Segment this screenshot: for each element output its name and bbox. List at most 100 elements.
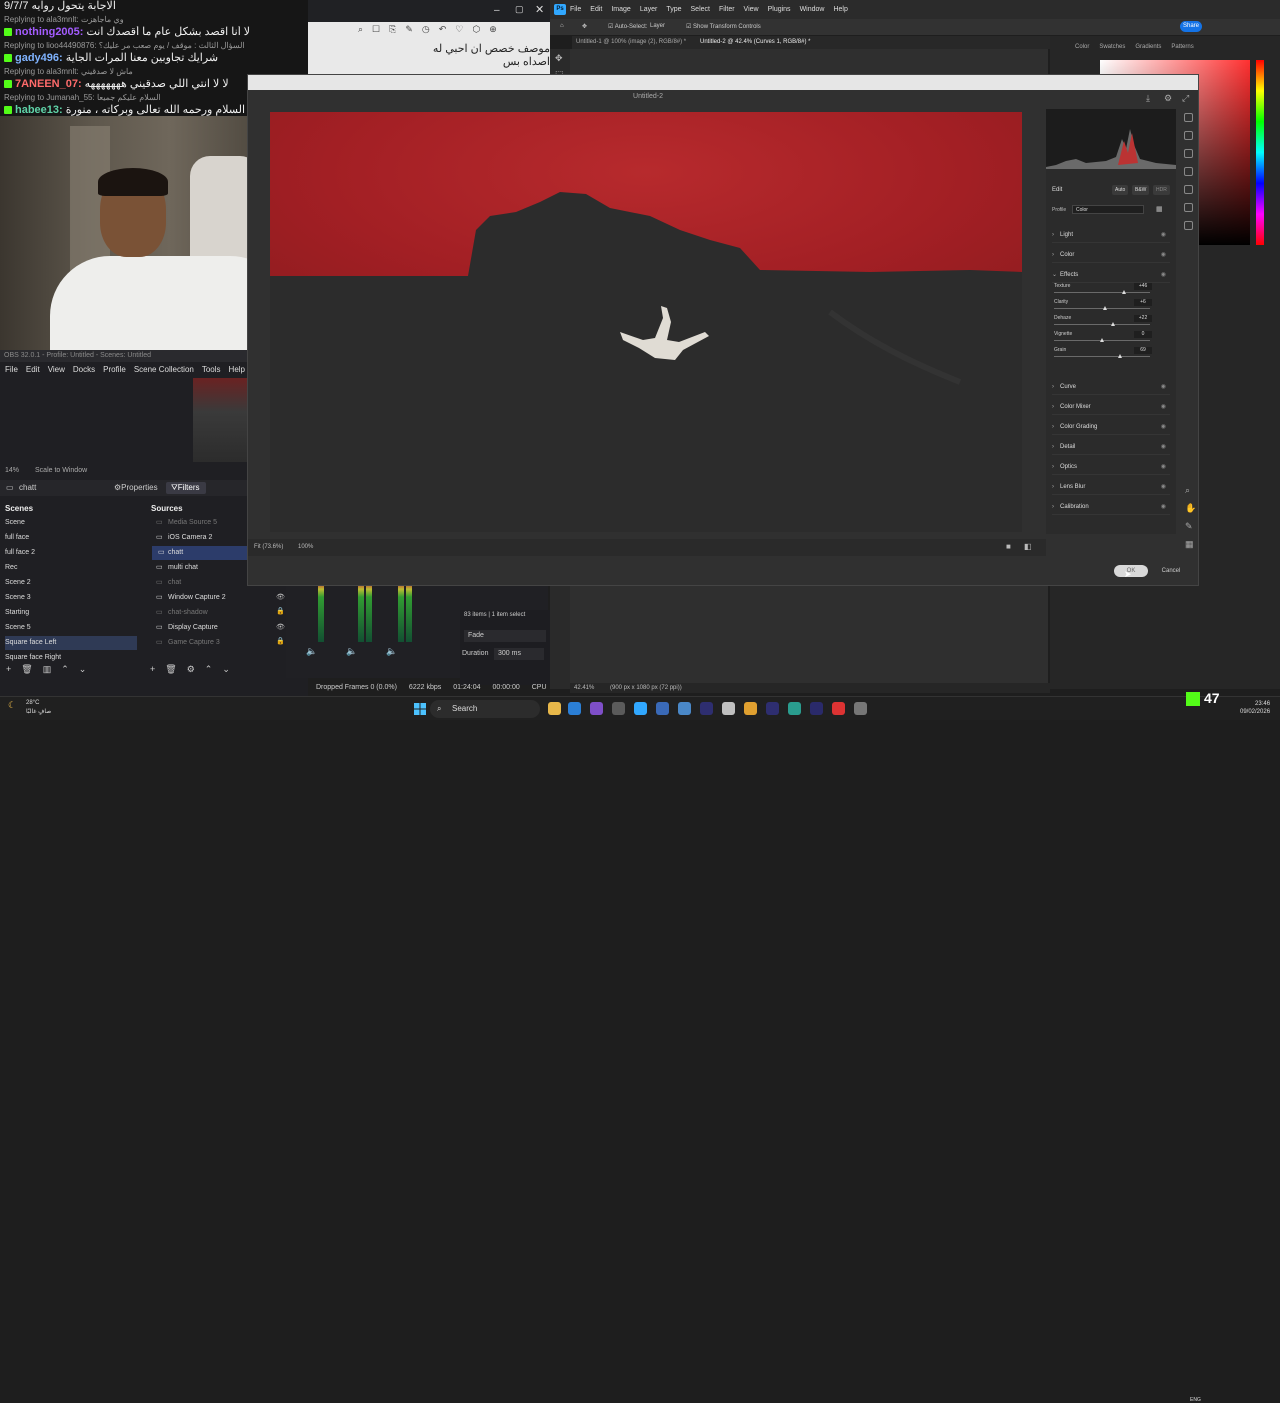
compare-view-icon[interactable]: ◧ <box>1024 542 1032 551</box>
after-effects-icon[interactable] <box>700 702 713 715</box>
save-icon[interactable]: ⤓ <box>1146 93 1150 104</box>
obs-taskbar-icon[interactable] <box>854 702 867 715</box>
toolbar-icon[interactable]: ⌕ <box>358 24 363 35</box>
scene-filters-button[interactable]: ▥ <box>43 664 52 675</box>
ps-menu-item[interactable]: Type <box>666 6 681 13</box>
presets-tool-icon[interactable] <box>1184 203 1193 212</box>
visual-studio-icon[interactable] <box>590 702 603 715</box>
scene-item[interactable]: Scene <box>5 516 137 530</box>
toolbar-icon[interactable]: ↶ <box>439 24 447 35</box>
patterns-tab[interactable]: Patterns <box>1171 44 1193 50</box>
visibility-eye-icon[interactable]: ◉ <box>1161 499 1166 515</box>
chat-username[interactable]: 7ANEEN_07: <box>15 78 82 90</box>
zoom-level[interactable]: 42.41% <box>574 685 594 691</box>
visibility-eye-icon[interactable]: ◉ <box>1161 419 1166 435</box>
redeye-tool-icon[interactable] <box>1184 185 1193 194</box>
obs-menu-item[interactable]: Profile <box>103 363 126 377</box>
app-icon[interactable] <box>612 702 625 715</box>
move-down-icon[interactable]: ⌄ <box>79 664 87 675</box>
slider-thumb[interactable] <box>1102 306 1107 310</box>
effect-slider-texture[interactable]: Texture +46 <box>1054 283 1166 297</box>
toolbar-icon[interactable]: ⊕ <box>489 24 497 35</box>
scene-item[interactable]: Scene 3 <box>5 591 137 605</box>
ps-menu-item[interactable]: View <box>744 6 759 13</box>
source-item[interactable]: ▭ Display Capture 👁 🔒 <box>156 621 285 645</box>
document-tab-active[interactable]: Untitled-2 @ 42.4% (Curves 1, RGB/8#) * <box>700 39 810 45</box>
mute-speaker-icon[interactable]: 🔈 <box>386 646 397 657</box>
toolbar-icon[interactable]: ⬡ <box>472 24 480 35</box>
taskbar-clock[interactable]: 23:46 09/02/2026 <box>1240 700 1270 716</box>
slider-thumb[interactable] <box>1122 290 1127 294</box>
move-tool-icon[interactable]: ✥ <box>582 23 587 30</box>
ps-menu-item[interactable]: Image <box>611 6 630 13</box>
edit-section-color-grading[interactable]: Color Grading ◉ <box>1052 419 1170 435</box>
add-scene-button[interactable]: + <box>6 664 11 675</box>
slider-value[interactable]: +22 <box>1134 315 1152 322</box>
visibility-eye-icon[interactable]: ◉ <box>1161 399 1166 415</box>
properties-button[interactable]: ⚙ Properties <box>114 480 158 496</box>
edit-section-calibration[interactable]: Calibration ◉ <box>1052 499 1170 515</box>
maximize-icon[interactable]: ▢ <box>515 4 524 15</box>
slider-thumb[interactable] <box>1110 322 1115 326</box>
slider-track[interactable] <box>1054 324 1150 325</box>
source-item[interactable]: ▭ chat-shadow <box>156 606 283 620</box>
hand-tool-icon[interactable]: ✋ <box>1185 503 1196 514</box>
obs-menu-item[interactable]: View <box>48 363 65 377</box>
weather-widget[interactable]: ☾ 28°C صافٍ غالبًا <box>8 700 51 715</box>
file-explorer-icon[interactable] <box>548 702 561 715</box>
audition-icon[interactable] <box>766 702 779 715</box>
obs-menu-item[interactable]: File <box>5 363 18 377</box>
hue-slider[interactable] <box>1256 60 1264 245</box>
visibility-eye-icon[interactable]: ◉ <box>1161 267 1166 283</box>
scene-item[interactable]: Scene 2 <box>5 576 137 590</box>
crop-tool-icon[interactable] <box>1184 131 1193 140</box>
premiere-icon[interactable] <box>810 702 823 715</box>
source-item[interactable]: ▭ Game Capture 3 <box>156 636 283 650</box>
color-tab[interactable]: Color <box>1075 44 1089 50</box>
effect-slider-dehaze[interactable]: Dehaze +22 <box>1054 315 1166 329</box>
image-preview[interactable] <box>270 112 1022 532</box>
remove-tool-icon[interactable] <box>1184 149 1193 158</box>
fullscreen-icon[interactable]: ⤢ <box>1182 93 1189 104</box>
edit-section-detail[interactable]: Detail ◉ <box>1052 439 1170 455</box>
more-tools-icon[interactable] <box>1184 221 1193 230</box>
app-icon[interactable] <box>788 702 801 715</box>
edit-tool-icon[interactable] <box>1184 113 1193 122</box>
bw-button[interactable]: B&W <box>1132 185 1150 195</box>
ps-menu-item[interactable]: Layer <box>640 6 658 13</box>
app-icon[interactable] <box>656 702 669 715</box>
document-tab[interactable]: Untitled-1 @ 100% (image (2), RGB/8#) * <box>576 39 686 45</box>
source-item[interactable]: ▭ Window Capture 2 👁 🔒 <box>156 591 285 615</box>
close-icon[interactable]: ✕ <box>535 3 544 16</box>
edit-section-color-mixer[interactable]: Color Mixer ◉ <box>1052 399 1170 415</box>
app-icon[interactable] <box>744 702 757 715</box>
scene-item[interactable]: Rec <box>5 561 137 575</box>
scene-item[interactable]: full face <box>5 531 137 545</box>
remove-source-button[interactable]: 🗑 <box>165 664 176 675</box>
obs-menu-item[interactable]: Tools <box>202 363 221 377</box>
visibility-eye-icon[interactable]: ◉ <box>1161 479 1166 495</box>
scene-item[interactable]: Square face Right <box>5 651 137 665</box>
show-transform-checkbox[interactable]: ☑ Show Transform Controls <box>686 23 761 30</box>
auto-select-checkbox[interactable]: ☑ Auto-Select: <box>608 23 647 30</box>
add-source-button[interactable]: + <box>150 664 155 675</box>
windows-start-icon[interactable] <box>414 703 426 715</box>
slider-track[interactable] <box>1054 292 1150 293</box>
toolbar-icon[interactable]: ☐ <box>372 24 380 35</box>
ps-menu-item[interactable]: Window <box>800 6 825 13</box>
obs-scale-mode[interactable]: Scale to Window <box>35 467 87 474</box>
taskbar-search[interactable]: ⌕ Search <box>430 700 540 718</box>
edit-section-light[interactable]: Light ◉ <box>1052 227 1170 243</box>
slider-value[interactable]: 0 <box>1134 331 1152 338</box>
single-view-icon[interactable]: ■ <box>1006 542 1011 551</box>
cancel-button[interactable]: Cancel <box>1154 565 1188 577</box>
gear-icon[interactable]: ⚙ <box>1164 93 1172 104</box>
grid-tool-icon[interactable]: ▦ <box>1185 539 1194 550</box>
app-icon[interactable] <box>678 702 691 715</box>
source-properties-button[interactable]: ⚙ <box>187 664 195 675</box>
masking-tool-icon[interactable] <box>1184 167 1193 176</box>
fit-zoom-select[interactable]: Fit (73.6%) <box>254 544 283 550</box>
edit-section-lens-blur[interactable]: Lens Blur ◉ <box>1052 479 1170 495</box>
obs-zoom-level[interactable]: 14% <box>5 467 19 474</box>
app-icon[interactable] <box>722 702 735 715</box>
